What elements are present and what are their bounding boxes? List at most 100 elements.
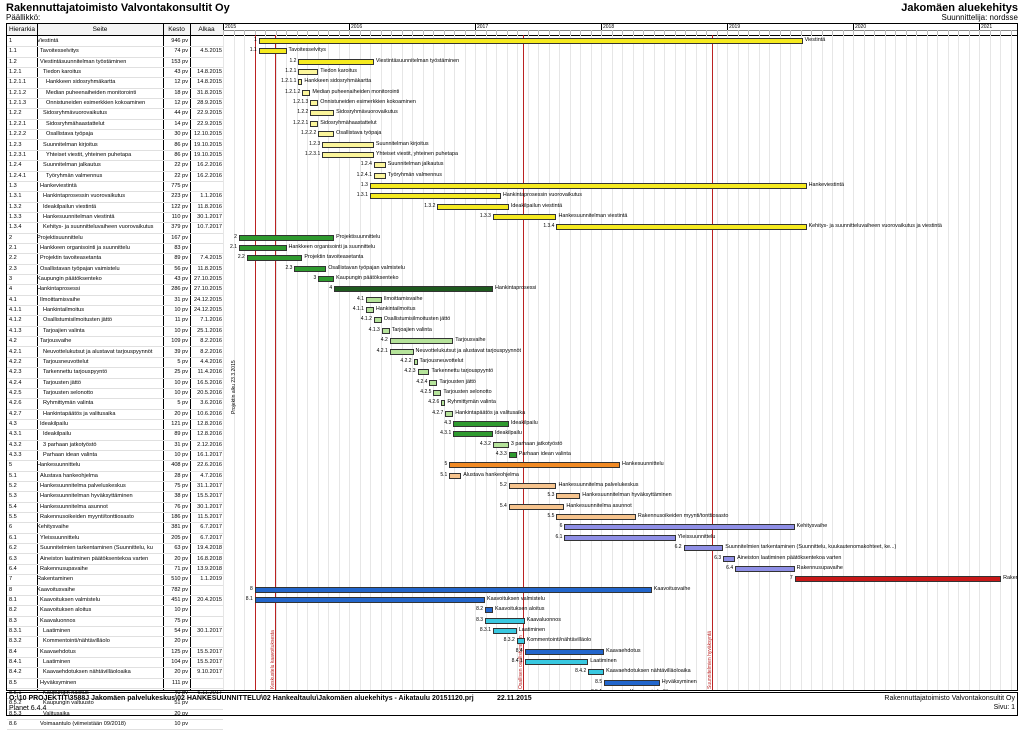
task-name: Sidosryhmähaastattelut [46,120,105,127]
task-duration: 125 pv [171,648,188,655]
task-bar[interactable] [310,110,335,117]
task-start: 16.2.2016 [197,162,222,169]
task-bar[interactable] [310,120,319,127]
task-bar[interactable] [369,182,807,189]
task-bar-label: Ideakilpailun viestintä [510,202,563,209]
task-row[interactable]: 8.6 Voimaantulo (viimeistään 09/2018) 10 p… [7,719,223,730]
task-bar[interactable] [794,576,1002,583]
task-start: 4.7.2016 [200,472,222,479]
task-bar[interactable] [258,48,287,55]
task-bar-label: Hankesuunnittelu [622,461,664,468]
task-bar[interactable] [298,79,303,86]
task-bar[interactable] [508,503,565,510]
task-bar[interactable] [294,265,327,272]
task-bar[interactable] [441,400,446,407]
task-bar[interactable] [322,141,374,148]
task-start: 16.2.2016 [197,172,222,179]
task-bar[interactable] [373,172,386,179]
task-bar-id: 8.3 [476,616,484,623]
task-bar[interactable] [735,565,795,572]
task-bar-id: 8 [249,585,253,592]
task-bar[interactable] [556,514,636,521]
task-id: 1.2 [9,58,17,65]
task-duration: 104 pv [171,659,188,665]
task-bar-id: 4 [329,285,333,292]
task-bar[interactable] [413,358,418,365]
task-name: Rakentaminen [37,576,74,583]
task-bar[interactable] [588,669,605,676]
task-bar[interactable] [310,100,319,107]
task-bar[interactable] [373,162,386,169]
task-bar[interactable] [389,338,454,345]
task-bar[interactable] [238,245,287,251]
task-bar[interactable] [318,276,335,283]
task-bar-id: 6.4 [726,564,734,571]
task-bar[interactable] [449,472,462,479]
task-bar[interactable] [238,234,335,241]
task-bar-label: Hankintapäätös ja valitusaika [455,409,526,416]
task-bar-label: Tarjousvaihe [455,337,486,344]
task-duration: 110 pv [171,213,188,220]
task-bar[interactable] [389,348,414,355]
task-duration: 12 pv [174,79,188,86]
task-bar[interactable] [453,420,509,427]
task-bar[interactable] [365,307,374,314]
task-bar[interactable] [485,617,525,624]
task-bar[interactable] [298,69,319,76]
task-bar-id: 7 [789,575,793,582]
task-duration: 122 pv [171,203,188,210]
task-bar[interactable] [365,296,382,303]
task-bar[interactable] [485,607,493,614]
task-name: Ideakilpailun viestintä [43,203,97,210]
task-bar[interactable] [246,255,303,262]
task-bar-label: Hankintaprosessin vuorovaikutus [502,192,582,199]
task-bar[interactable] [445,410,454,417]
task-name: Ilmoittamisvaihe [40,296,81,303]
task-bar[interactable] [322,151,374,158]
gantt-chart[interactable]: 2015 2016 2017 2018 2019 2020 2021 Projektin a… [223,24,1017,690]
task-name: Hankesuunnitelman hyväksyttäminen [40,493,133,500]
task-bar[interactable] [298,58,374,65]
task-bar[interactable] [381,327,390,334]
task-bar[interactable] [492,213,557,220]
task-bar[interactable] [318,131,335,138]
task-bar[interactable] [433,389,442,396]
task-bar[interactable] [254,586,652,593]
task-bar-id: 8.3.2 [503,637,515,644]
task-duration: 14 pv [174,120,188,127]
task-bar[interactable] [334,286,493,293]
task-bar[interactable] [429,379,438,386]
task-bar[interactable] [524,659,589,665]
task-bar[interactable] [723,555,736,562]
task-bar[interactable] [683,545,724,552]
task-bar[interactable] [516,638,525,645]
task-bar[interactable] [302,89,311,96]
task-bar[interactable] [556,224,807,231]
task-bar[interactable] [417,369,430,376]
task-bar[interactable] [373,317,382,324]
task-bar[interactable] [564,524,795,531]
task-bar[interactable] [604,679,660,686]
task-table: Hierarkia Seite Kesto Alkaa 1 Viestintä 94… [7,24,224,730]
task-bar[interactable] [492,441,509,448]
task-bar[interactable] [492,627,517,634]
milestone-line-4 [712,35,713,690]
task-bar[interactable] [508,483,557,490]
task-bar[interactable] [508,452,517,458]
task-bar[interactable] [453,431,493,438]
task-id: 4.2.6 [9,400,22,407]
task-bar[interactable] [556,493,581,500]
task-bar-label: Tarjousten jättö [439,378,476,385]
task-bar[interactable] [254,596,485,603]
task-bar-id: 1.3.4 [543,223,555,230]
task-bar[interactable] [437,203,509,210]
task-id: 1.2.3 [9,141,22,148]
task-bar[interactable] [449,462,620,469]
task-bar[interactable] [524,648,605,655]
task-start: 7.4.2015 [200,255,222,262]
task-bar[interactable] [369,193,501,200]
task-bar[interactable] [564,534,676,541]
task-id: 1.3.1 [9,193,22,200]
task-bar[interactable] [258,38,803,44]
task-id: 1.2.1.2 [9,89,27,96]
